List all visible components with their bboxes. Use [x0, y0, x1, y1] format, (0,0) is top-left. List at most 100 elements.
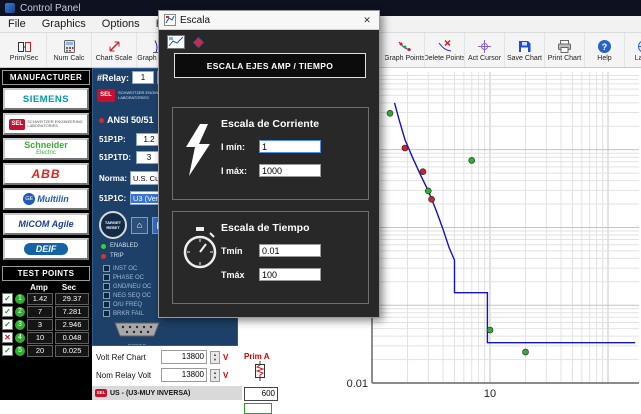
help-button[interactable]: ? Help [585, 33, 625, 67]
brand-siemens-button[interactable]: SIEMENS [3, 88, 89, 110]
test-point-checkbox[interactable]: ✓ [2, 306, 13, 317]
brand-micom-button[interactable]: MiCOM Agile [3, 213, 89, 235]
diamond-icon[interactable] [191, 35, 206, 50]
num-calc-button[interactable]: Num Calc [47, 33, 92, 67]
col-amp: Amp [26, 283, 52, 292]
prim-a-value[interactable]: 600 [244, 387, 278, 401]
imax-input[interactable] [259, 164, 321, 177]
manufacturer-sidebar: MANUFACTURER SIEMENS SEL SCHWEITZER ENGI… [0, 68, 92, 400]
chart-scale-button[interactable]: Chart Scale [92, 33, 137, 67]
relay-selector: #Relay: 1 ▲▼ [97, 71, 167, 84]
enabled-dot-icon [101, 244, 106, 249]
relay-label: #Relay: [97, 73, 129, 83]
secondary-box [244, 403, 272, 414]
relay-number-input[interactable]: 1 [132, 71, 154, 84]
db9-connector: PORT F [111, 321, 163, 346]
lightning-bolt-icon [183, 124, 213, 176]
brand-sel-button[interactable]: SEL SCHWEITZER ENGINEERINGLABORATORIES [3, 113, 89, 135]
tmin-input[interactable] [259, 244, 321, 257]
test-point-checkbox[interactable]: ✕ [2, 332, 13, 343]
chart-thumbnail-icon[interactable] [167, 35, 185, 49]
element-checkbox[interactable] [103, 310, 110, 317]
calculator-icon [62, 39, 77, 54]
delete-points-button[interactable]: Delete Points [425, 33, 465, 67]
dialog-titlebar[interactable]: Escala ✕ [159, 11, 379, 30]
siemens-logo: SIEMENS [23, 94, 69, 105]
nom-volt-label: Nom Relay Volt [96, 371, 158, 380]
graph-points-button[interactable]: Graph Points [385, 33, 425, 67]
test-point-row: ✓ 2 7 7.281 [0, 305, 92, 318]
time-scale-title: Escala de Tiempo [221, 222, 310, 234]
prim-sec-button[interactable]: Prim/Sec [2, 33, 47, 67]
resistor-icon [252, 361, 268, 381]
transformer-icon [17, 39, 32, 54]
tmin-row: Tmín [221, 244, 321, 257]
nom-volt-spinner[interactable]: ▲▼ [210, 369, 220, 382]
element-checkbox[interactable] [103, 265, 110, 272]
test-point-amp: 7 [27, 306, 53, 318]
imin-input[interactable] [259, 140, 321, 153]
port-label: PORT F [111, 344, 163, 346]
volt-ref-unit: V [223, 353, 228, 362]
close-icon[interactable]: ✕ [360, 15, 374, 26]
target-reset-button[interactable]: TARGET RESET [99, 211, 127, 239]
ansi-dot-icon [99, 118, 104, 123]
test-point-number: 4 [15, 333, 25, 343]
test-point-sec: 29.37 [55, 293, 89, 305]
brand-abb-button[interactable]: ABB [3, 163, 89, 185]
test-point-sec: 2.946 [55, 319, 89, 331]
test-point-checkbox[interactable]: ✓ [2, 319, 13, 330]
imin-row: I mín: [221, 140, 321, 153]
tcc-chart-svg: 100.01 [340, 68, 641, 400]
act-cursor-button[interactable]: Act Cursor [465, 33, 505, 67]
test-point-amp: 3 [27, 319, 53, 331]
trip-status: TRIP [101, 253, 124, 259]
test-point-row: ✓ 1 1.42 29.37 [0, 292, 92, 305]
element-row: NEG SEQ OC [103, 292, 151, 299]
brand-deif-button[interactable]: DEIF [3, 238, 89, 260]
test-point-checkbox[interactable]: ✓ [2, 345, 13, 356]
element-checkbox[interactable] [103, 292, 110, 299]
tmax-row: Tmáx [221, 268, 321, 281]
window-title: Control Panel [20, 3, 81, 14]
tcc-chart[interactable]: 100.01 [340, 68, 641, 400]
toolbar-left-group: Prim/Sec Num Calc Chart Scale Graph Curv… [2, 33, 182, 67]
tmin-label: Tmín [221, 246, 255, 256]
sel-logo-text: SCHWEITZER ENGINEERINGLABORATORIES [27, 120, 83, 129]
save-chart-button[interactable]: Save Chart [505, 33, 545, 67]
menu-graphics[interactable]: Graphics [34, 16, 94, 32]
volt-ref-input[interactable]: 13800 [161, 350, 207, 364]
test-point-amp: 10 [27, 332, 53, 344]
trip-dot-icon [101, 254, 106, 259]
menu-options[interactable]: Options [94, 16, 148, 32]
menu-file[interactable]: File [0, 16, 34, 32]
brand-schneider-button[interactable]: Schneider Electric [3, 138, 89, 160]
test-point-number: 1 [15, 294, 25, 304]
app-icon [5, 3, 15, 13]
brand-ge-multilin-button[interactable]: GE Multilin [3, 188, 89, 210]
tmax-input[interactable] [259, 268, 321, 281]
element-checkbox[interactable] [103, 301, 110, 308]
dialog-header-box: ESCALA EJES AMP / TIEMPO [174, 53, 366, 78]
element-row: O/U FREQ [103, 301, 142, 308]
floppy-disk-icon [517, 39, 532, 54]
volt-ref-label: Volt Ref Chart [96, 353, 158, 362]
test-point-row: ✓ 3 3 2.946 [0, 318, 92, 331]
volt-ref-spinner[interactable]: ▲▼ [210, 351, 220, 364]
test-point-amp: 1.42 [27, 293, 53, 305]
nom-volt-input[interactable]: 13800 [161, 368, 207, 382]
print-chart-button[interactable]: Print Chart [545, 33, 585, 67]
language-button[interactable]: Langu [625, 33, 641, 67]
test-point-sec: 0.025 [55, 345, 89, 357]
sel-logo: SEL [9, 119, 25, 130]
schneider-logo: Schneider [24, 141, 68, 149]
scale-arrows-icon [107, 39, 122, 54]
element-checkbox[interactable] [103, 283, 110, 290]
test-point-checkbox[interactable]: ✓ [2, 293, 13, 304]
current-scale-section: Escala de Corriente I mín: I máx: [172, 107, 369, 200]
imax-row: I máx: [221, 164, 321, 177]
home-button[interactable]: ⌂ [131, 217, 148, 234]
element-checkbox[interactable] [103, 274, 110, 281]
col-sec: Sec [52, 283, 86, 292]
dialog-toolbar [167, 35, 206, 50]
